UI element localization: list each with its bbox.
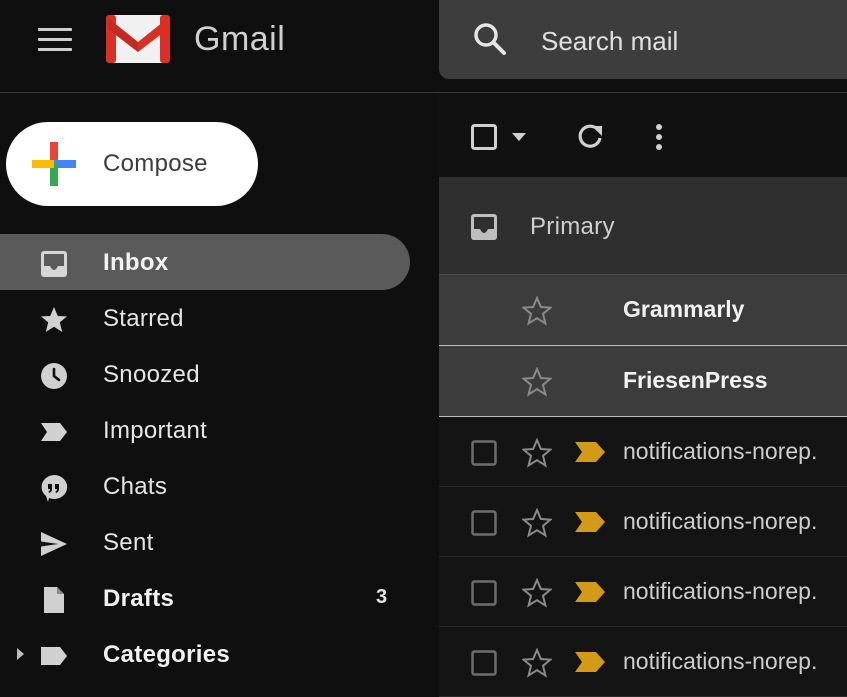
expand-caret-icon[interactable] [15,647,25,661]
sidebar-item-drafts[interactable]: Drafts 3 [0,570,410,626]
clock-icon [41,363,67,389]
important-marker-icon[interactable] [575,652,605,672]
compose-label: Compose [103,150,208,177]
row-checkbox[interactable] [471,510,497,536]
important-marker-icon[interactable] [575,442,605,462]
sidebar-item-important[interactable]: Important [0,402,410,458]
star-icon [41,307,67,332]
send-icon [41,532,67,556]
chevron-down-icon[interactable] [512,133,526,141]
drafts-count-badge: 3 [376,586,388,608]
star-outline-icon[interactable] [522,296,552,326]
star-outline-icon[interactable] [522,508,552,538]
inbox-icon [41,251,67,277]
message-list-panel: Primary Grammarly FriesenPress notificat… [439,93,847,697]
gmail-logo-icon[interactable] [106,15,170,63]
message-row[interactable]: notifications-norep. [439,417,847,487]
row-checkbox[interactable] [471,650,497,676]
compose-plus-icon [32,142,76,186]
star-outline-icon[interactable] [522,367,552,397]
sidebar-item-label: Drafts [103,585,175,612]
sidebar-item-label: Starred [103,305,184,332]
sidebar-item-snoozed[interactable]: Snoozed [0,346,410,402]
important-icon [41,423,67,441]
row-checkbox[interactable] [471,580,497,606]
message-sender: FriesenPress [623,367,768,393]
message-row[interactable]: notifications-norep. [439,557,847,627]
inbox-icon [471,214,497,240]
message-row[interactable]: notifications-norep. [439,627,847,697]
sidebar-item-label: Chats [103,473,168,500]
chat-icon [41,474,68,502]
sidebar-item-label: Important [103,417,208,444]
message-sender: Grammarly [623,296,745,322]
important-marker-icon[interactable] [575,512,605,532]
important-marker-icon[interactable] [575,582,605,602]
search-bar[interactable] [439,0,847,79]
more-options-icon[interactable] [655,123,663,151]
list-toolbar [439,93,847,177]
label-icon [41,647,67,665]
search-icon[interactable] [473,22,507,56]
sidebar-item-chats[interactable]: Chats [0,458,410,514]
sidebar-item-label: Snoozed [103,361,200,388]
tab-primary[interactable]: Primary [439,177,847,275]
message-sender: notifications-norep. [623,438,818,464]
sidebar-item-label: Inbox [103,249,169,276]
sidebar-item-label: Categories [103,641,231,668]
sidebar-item-sent[interactable]: Sent [0,514,410,570]
message-row[interactable]: notifications-norep. [439,487,847,557]
sidebar-item-inbox[interactable]: Inbox [0,234,410,290]
app-brand: Gmail [194,20,286,58]
sidebar-item-categories[interactable]: Categories [0,626,410,682]
main-menu-icon[interactable] [38,28,72,52]
star-outline-icon[interactable] [522,578,552,608]
message-sender: notifications-norep. [623,508,818,534]
search-input[interactable] [539,24,843,58]
message-sender: notifications-norep. [623,648,818,674]
select-all-checkbox[interactable] [471,124,497,150]
message-row[interactable]: FriesenPress [439,346,847,417]
compose-button[interactable]: Compose [6,122,258,206]
row-checkbox[interactable] [471,440,497,466]
message-sender: notifications-norep. [623,578,818,604]
star-outline-icon[interactable] [522,648,552,678]
draft-icon [44,587,64,613]
tab-label: Primary [530,213,615,240]
top-bar: Gmail [0,0,847,93]
refresh-icon[interactable] [576,123,604,151]
sidebar-item-starred[interactable]: Starred [0,290,410,346]
message-row[interactable]: Grammarly [439,275,847,346]
star-outline-icon[interactable] [522,438,552,468]
sidebar-item-label: Sent [103,529,154,556]
